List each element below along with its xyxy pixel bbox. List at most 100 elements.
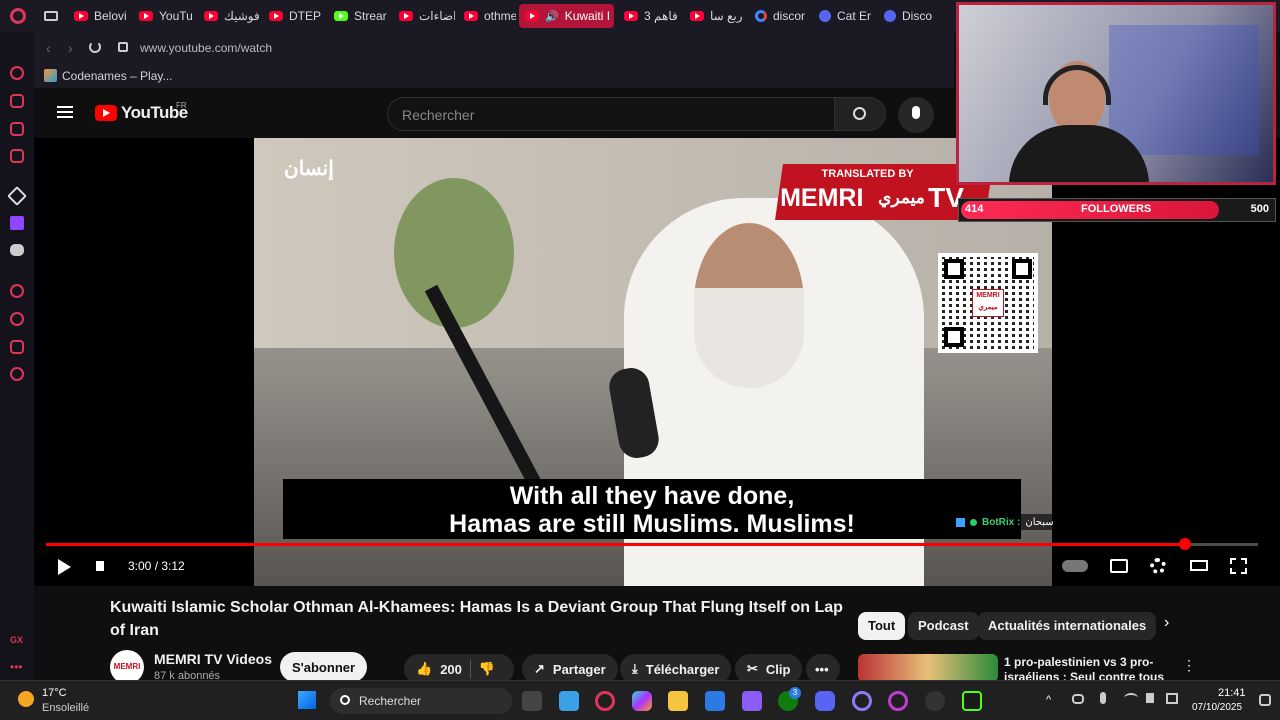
verified-icon (970, 518, 977, 526)
task-view-icon[interactable] (522, 691, 542, 711)
download-label: Télécharger (645, 661, 720, 677)
like-icon[interactable]: 👍 (416, 661, 432, 677)
tab-switcher-icon[interactable] (44, 11, 58, 21)
tab-6[interactable]: othme (458, 4, 516, 28)
channel-name[interactable]: MEMRI TV Videos (154, 651, 272, 667)
gamepad-icon[interactable] (10, 122, 24, 136)
teams-icon[interactable] (742, 691, 762, 711)
tray-chevron-icon[interactable]: ^ (1046, 694, 1051, 706)
tab-12[interactable]: Disco (878, 4, 938, 28)
gx-label-icon: GX (10, 635, 24, 645)
tab-3[interactable]: DTEP (263, 4, 323, 28)
progress-scrubber[interactable] (1179, 538, 1192, 550)
volume-icon[interactable] (96, 561, 104, 571)
tab-10[interactable]: discor (749, 4, 809, 28)
chip-podcast[interactable]: Podcast (908, 612, 979, 640)
streamlabs-icon[interactable] (962, 691, 982, 711)
subtitle-line-1: With all they have done, (509, 482, 795, 510)
copilot-icon[interactable] (632, 691, 652, 711)
tab-label: اضاءات (419, 9, 455, 23)
subscribe-button[interactable]: S'abonner (280, 652, 368, 682)
recommended-thumbnail[interactable] (858, 654, 998, 682)
opera-air-icon[interactable] (888, 691, 908, 711)
tab-7-active[interactable]: 🔊 Kuwaiti I (519, 4, 614, 28)
more-icon[interactable]: ••• (10, 660, 23, 674)
tab-4[interactable]: Strear (328, 4, 388, 28)
speaker-icon[interactable] (1146, 693, 1154, 703)
taskbar-search[interactable]: Rechercher (330, 688, 512, 714)
youtube-logo-icon[interactable] (95, 105, 117, 121)
menu-icon[interactable] (57, 106, 73, 108)
obs-icon[interactable] (925, 691, 945, 711)
chip-all[interactable]: Tout (858, 612, 906, 640)
search-input[interactable]: Rechercher (387, 97, 835, 131)
channel-watermark: إنسان (284, 158, 334, 180)
qr-code: MEMRI ميمري (938, 253, 1038, 353)
weather-desc: Ensoleillé (42, 702, 90, 714)
tab-label: Strear (354, 9, 387, 23)
opera-logo-icon[interactable] (10, 8, 26, 24)
share-label: Partager (552, 661, 606, 677)
weather-temp[interactable]: 17°C (42, 687, 67, 699)
back-icon[interactable]: ‹ (46, 40, 51, 56)
clock-time[interactable]: 21:41 (1218, 687, 1246, 699)
url-field[interactable]: www.youtube.com/watch (140, 41, 272, 55)
recommended-title[interactable]: 1 pro-palestinien vs 3 pro-israéliens : … (1004, 655, 1184, 681)
recommended-menu-icon[interactable]: ⋮ (1182, 657, 1196, 674)
onedrive-icon[interactable] (1072, 694, 1084, 704)
clock-date[interactable]: 07/10/2025 (1192, 702, 1242, 713)
followers-goal: 500 (1250, 203, 1269, 215)
opera-icon[interactable] (852, 691, 872, 711)
aria-icon[interactable] (10, 66, 24, 80)
player-icon[interactable] (10, 284, 24, 298)
discord-icon[interactable] (815, 691, 835, 711)
tab-0[interactable]: Belovi (68, 4, 128, 28)
bookmark-codenames[interactable]: Codenames – Play... (62, 69, 173, 83)
voice-search-button[interactable] (898, 97, 934, 133)
tab-8[interactable]: فاهم 3 (618, 4, 680, 28)
settings-icon[interactable] (10, 367, 24, 381)
tab-5[interactable]: اضاءات (393, 4, 455, 28)
notifications-icon[interactable] (1259, 694, 1271, 706)
tab-2[interactable]: فوشيك (198, 4, 260, 28)
opera-gx-icon[interactable] (595, 691, 615, 711)
speaker-icon[interactable]: 🔊 (545, 10, 559, 23)
gx-mail-icon[interactable] (10, 149, 24, 163)
file-explorer-icon[interactable] (668, 691, 688, 711)
chip-world-news[interactable]: Actualités internationales (978, 612, 1157, 640)
reload-icon[interactable] (89, 41, 101, 53)
chip-next-icon[interactable]: › (1164, 614, 1169, 632)
progress-bar[interactable] (46, 538, 1258, 550)
youtube-icon (690, 11, 704, 21)
settings-gear-icon[interactable] (1150, 558, 1166, 574)
wifi-icon[interactable] (1124, 693, 1138, 703)
twitch-icon[interactable] (10, 216, 24, 230)
mic-tray-icon[interactable] (1100, 692, 1106, 704)
store-icon[interactable] (705, 691, 725, 711)
history-icon[interactable] (10, 312, 24, 326)
tab-9[interactable]: ربع سا (684, 4, 746, 28)
autoplay-toggle[interactable] (1062, 560, 1088, 572)
forward-icon[interactable]: › (68, 40, 73, 56)
play-icon[interactable] (58, 559, 71, 575)
pen-icon[interactable] (1166, 693, 1178, 704)
tab-1[interactable]: YouTu (133, 4, 193, 28)
memri-translated-by: TRANSLATED BY (821, 168, 914, 180)
fullscreen-icon[interactable] (1230, 558, 1247, 574)
tab-label: فوشيك (224, 9, 260, 23)
discord-icon[interactable] (10, 244, 24, 256)
extensions-icon[interactable] (10, 340, 24, 354)
search-button[interactable] (834, 97, 886, 131)
dislike-icon[interactable]: 👎 (479, 661, 495, 677)
subtitle-line-2: Hamas are still Muslims. Muslims! (449, 510, 855, 538)
pin-icon[interactable] (7, 186, 27, 206)
widgets-icon[interactable] (559, 691, 579, 711)
channel-avatar[interactable]: MEMRI (110, 650, 144, 684)
tab-11[interactable]: Cat Er (813, 4, 873, 28)
windows-start-icon[interactable] (298, 691, 316, 709)
like-count[interactable]: 200 (440, 662, 462, 677)
time-display: 3:00 / 3:12 (128, 559, 185, 573)
bag-icon[interactable] (10, 94, 24, 108)
subtitles-icon[interactable] (1110, 559, 1128, 573)
theater-mode-icon[interactable] (1190, 560, 1208, 571)
